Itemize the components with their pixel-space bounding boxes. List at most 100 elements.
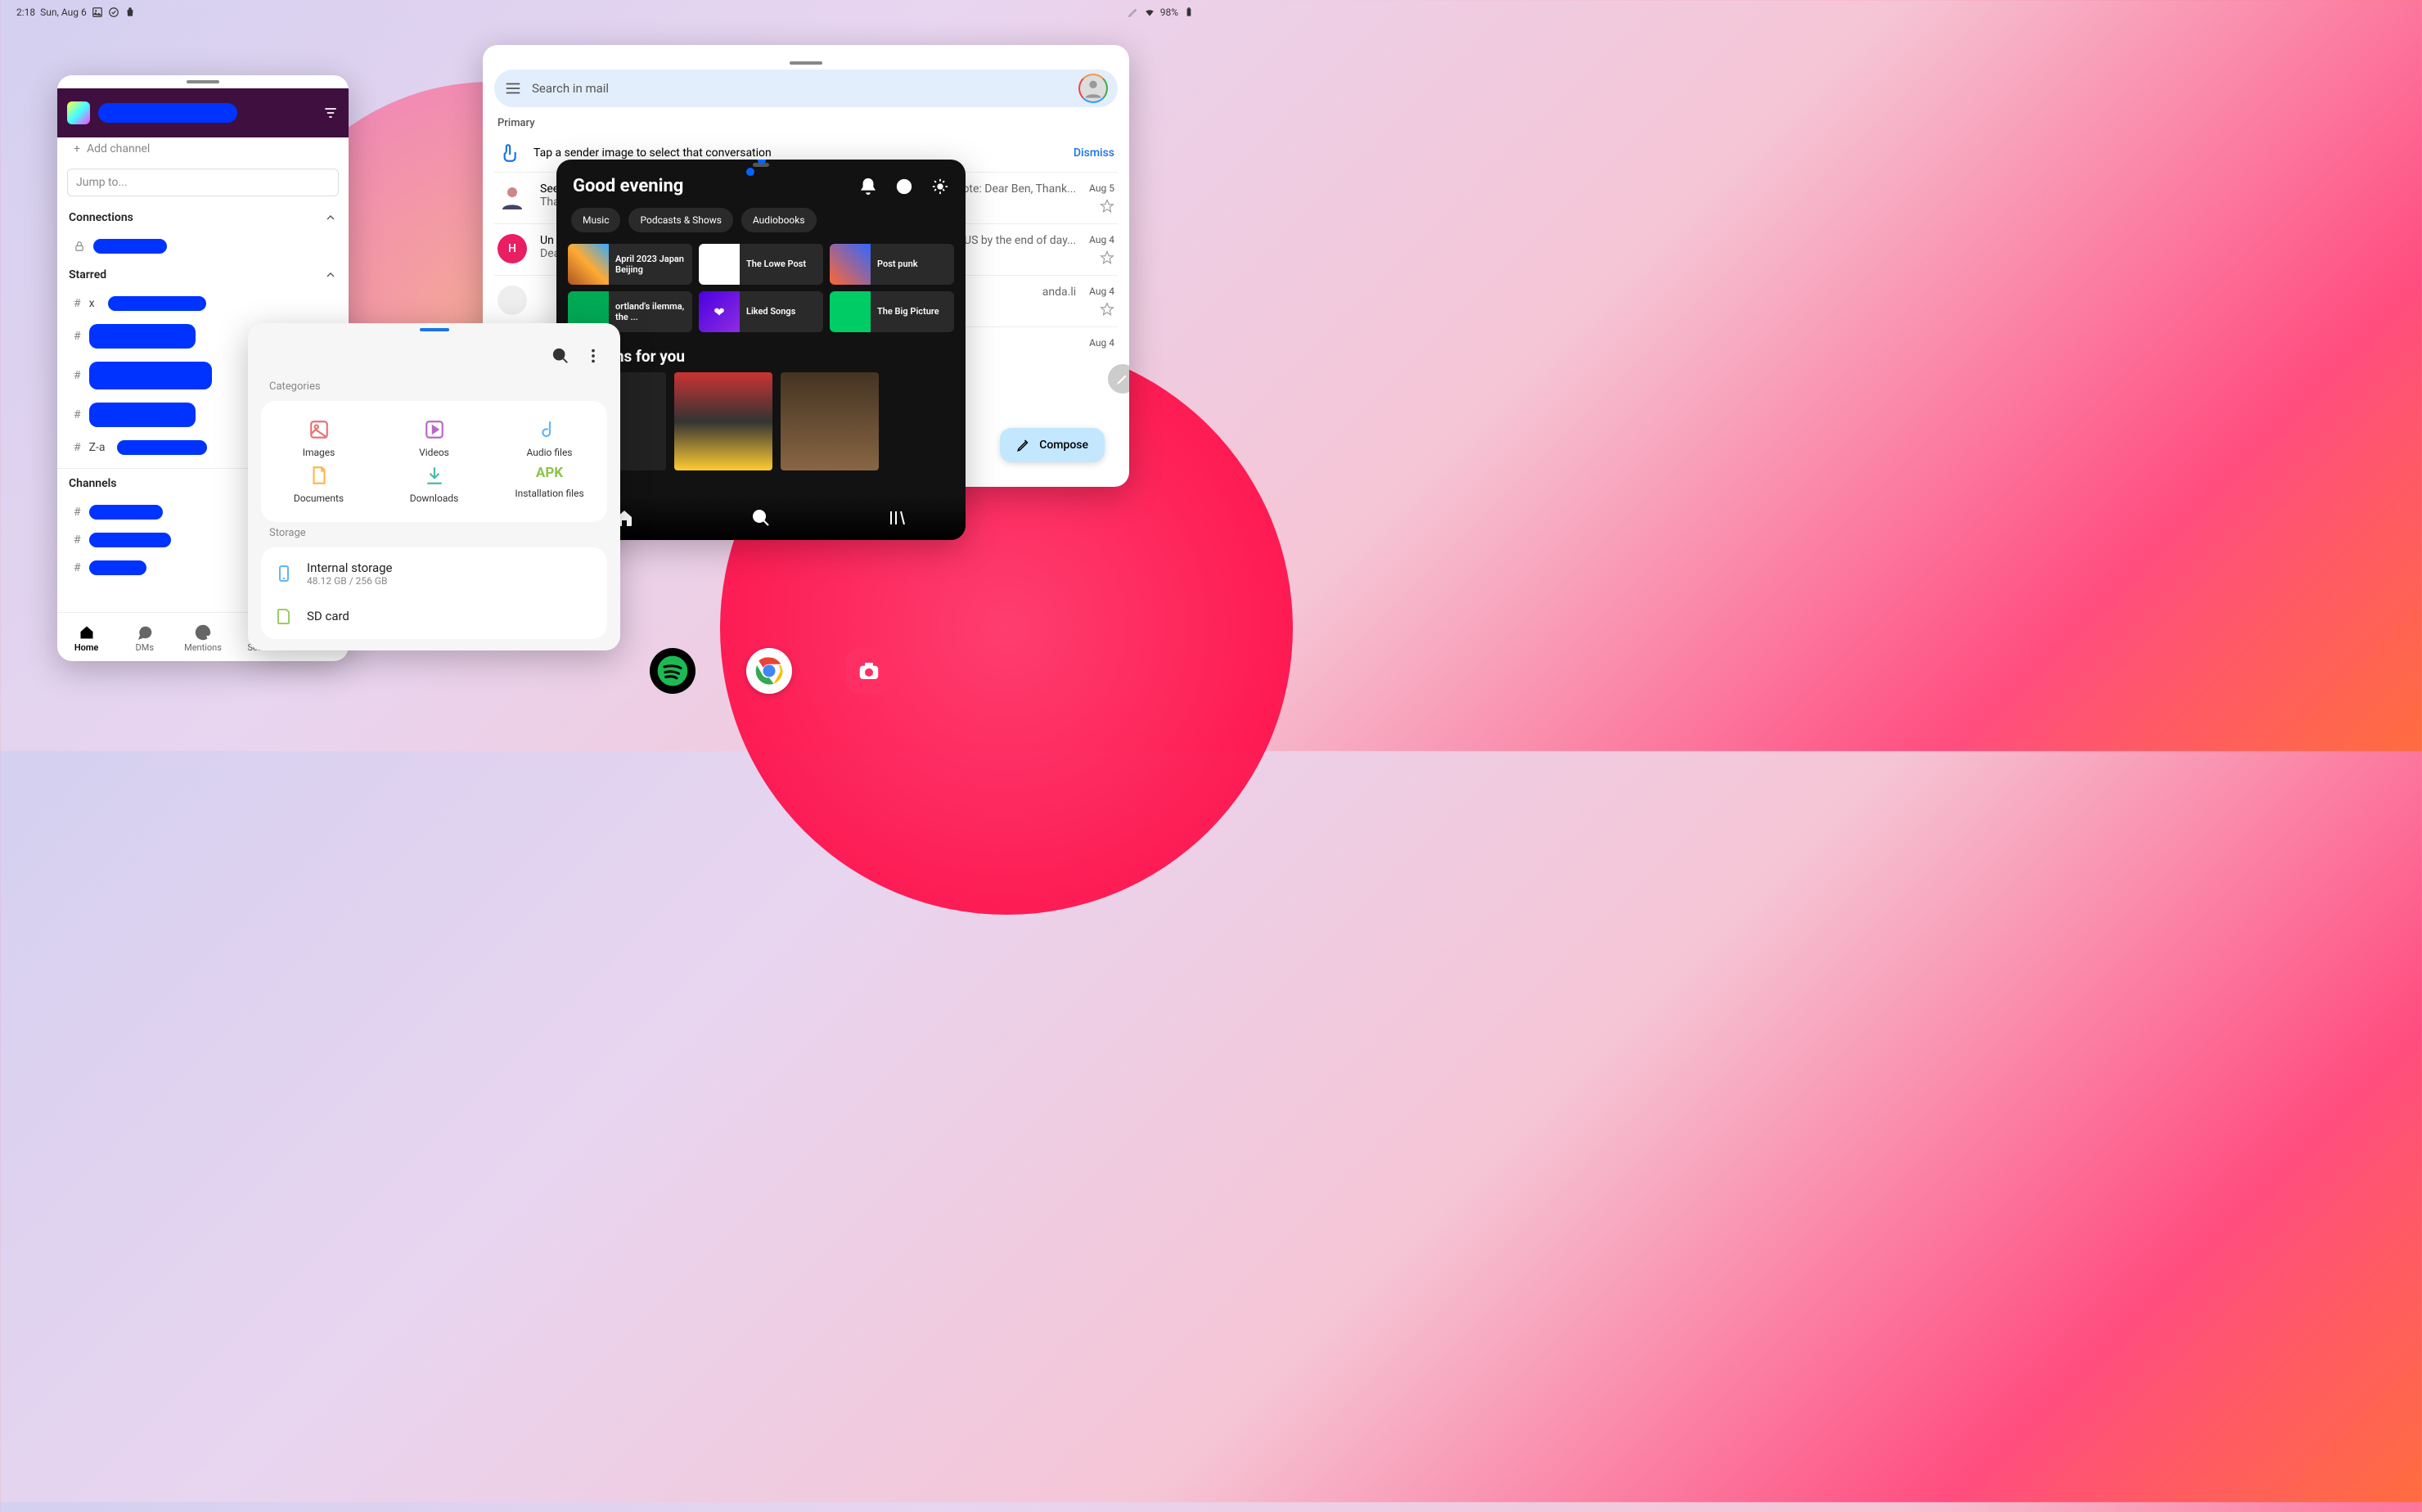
search-icon[interactable] <box>751 508 771 528</box>
wifi-icon <box>1144 7 1155 18</box>
status-bar: 2:18 Sun, Aug 6 98% <box>0 0 1211 25</box>
redacted-text <box>117 440 207 455</box>
search-bar[interactable]: Search in mail <box>494 70 1118 107</box>
storage-label: Storage <box>248 522 620 547</box>
mail-date: Aug 4 <box>1089 286 1114 297</box>
library-icon[interactable] <box>888 508 907 528</box>
drag-handle[interactable] <box>420 328 449 331</box>
search-icon[interactable] <box>551 347 569 365</box>
category-documents[interactable]: Documents <box>261 461 376 507</box>
mail-snippet: anda.li <box>1042 286 1076 299</box>
downloads-icon <box>424 465 445 486</box>
history-icon[interactable] <box>895 178 913 196</box>
redacted-text <box>89 324 196 349</box>
redacted-text <box>89 533 171 547</box>
picture-icon <box>92 7 103 18</box>
videos-icon <box>424 419 445 440</box>
compose-label: Compose <box>1039 439 1088 452</box>
sender-avatar[interactable] <box>497 286 527 315</box>
bell-icon[interactable] <box>859 178 877 196</box>
sender-avatar[interactable]: H <box>497 234 527 263</box>
dock-spotify[interactable] <box>650 648 696 694</box>
sender-avatar[interactable] <box>497 182 527 212</box>
more-vert-icon[interactable] <box>584 347 602 365</box>
pen-icon <box>1128 7 1139 18</box>
primary-tab-label[interactable]: Primary <box>494 107 1118 134</box>
redacted-text <box>89 403 196 427</box>
mail-date: Aug 4 <box>1089 234 1114 245</box>
redacted-text <box>89 505 163 520</box>
section-starred[interactable]: Starred <box>57 260 349 290</box>
redacted-text <box>89 362 212 389</box>
battery-pct: 98% <box>1160 7 1178 18</box>
compose-button[interactable]: Compose <box>1000 428 1105 462</box>
slack-header[interactable] <box>57 88 349 137</box>
channel-item[interactable]: #x <box>57 290 349 317</box>
audio-icon <box>539 419 560 440</box>
internal-storage-row[interactable]: Internal storage48.12 GB / 256 GB <box>274 551 594 596</box>
playlist-tile[interactable]: April 2023 Japan Beijing <box>568 244 692 285</box>
hamburger-icon[interactable] <box>504 79 522 97</box>
star-icon[interactable] <box>1100 250 1114 265</box>
redacted-text <box>108 296 206 311</box>
section-connections[interactable]: Connections <box>57 203 349 232</box>
drag-handle[interactable] <box>790 61 822 65</box>
redacted-text <box>93 239 167 254</box>
tap-gesture-icon <box>497 142 519 164</box>
resize-dot[interactable] <box>746 168 754 176</box>
playlist-tile[interactable]: ❤Liked Songs <box>699 291 823 332</box>
mail-date: Aug 4 <box>1089 337 1114 349</box>
status-time: 2:18 <box>16 7 35 18</box>
add-channel-row[interactable]: +Add channel <box>57 137 349 160</box>
category-downloads[interactable]: Downloads <box>376 461 492 507</box>
chevron-up-icon <box>324 268 337 281</box>
album-tile[interactable] <box>781 372 879 470</box>
playlist-tile[interactable]: The Big Picture <box>830 291 954 332</box>
playlist-tile[interactable]: The Lowe Post <box>699 244 823 285</box>
category-apk[interactable]: APKInstallation files <box>492 461 607 507</box>
chrome-icon <box>754 656 784 686</box>
tip-text: Tap a sender image to select that conver… <box>533 146 772 160</box>
redacted-text <box>89 560 146 575</box>
dock-camera[interactable] <box>846 648 892 694</box>
album-tile[interactable] <box>674 372 772 470</box>
spotify-icon <box>656 655 689 687</box>
channel-item[interactable] <box>57 232 349 260</box>
category-audio[interactable]: Audio files <box>492 416 607 461</box>
shopping-icon <box>124 7 136 18</box>
category-images[interactable]: Images <box>261 416 376 461</box>
tab-mentions[interactable]: Mentions <box>173 616 232 661</box>
star-icon[interactable] <box>1100 302 1114 317</box>
gear-icon[interactable] <box>931 178 949 196</box>
chip-podcasts[interactable]: Podcasts & Shows <box>628 208 732 232</box>
apk-icon: APK <box>536 465 563 481</box>
chip-music[interactable]: Music <box>571 208 620 232</box>
sd-card-row[interactable]: SD card <box>274 596 594 636</box>
playlist-tile[interactable]: Post punk <box>830 244 954 285</box>
account-avatar[interactable] <box>1078 74 1108 103</box>
update-icon <box>108 7 119 18</box>
drag-handle[interactable] <box>187 80 219 83</box>
workspace-name-redacted <box>98 103 237 123</box>
category-videos[interactable]: Videos <box>376 416 492 461</box>
documents-icon <box>308 465 330 486</box>
sd-card-icon <box>274 606 294 626</box>
edit-fab[interactable] <box>1108 364 1129 394</box>
dismiss-button[interactable]: Dismiss <box>1074 146 1114 160</box>
workspace-icon[interactable] <box>67 101 90 124</box>
star-icon[interactable] <box>1100 199 1114 214</box>
filter-icon[interactable] <box>322 105 339 121</box>
categories-label: Categories <box>248 376 620 401</box>
files-window[interactable]: Categories Images Videos Audio files Doc… <box>248 323 620 650</box>
pencil-icon <box>1016 438 1031 452</box>
jump-to-input[interactable]: Jump to... <box>67 169 339 196</box>
camera-icon <box>857 659 881 683</box>
categories-grid: Images Videos Audio files Documents Down… <box>261 401 607 522</box>
tab-dms[interactable]: DMs <box>115 616 173 661</box>
dock-chrome[interactable] <box>746 648 792 694</box>
search-placeholder: Search in mail <box>532 81 609 96</box>
status-date: Sun, Aug 6 <box>40 7 87 18</box>
battery-icon <box>1183 7 1195 18</box>
tab-home[interactable]: Home <box>57 616 115 661</box>
chip-audiobooks[interactable]: Audiobooks <box>741 208 817 232</box>
